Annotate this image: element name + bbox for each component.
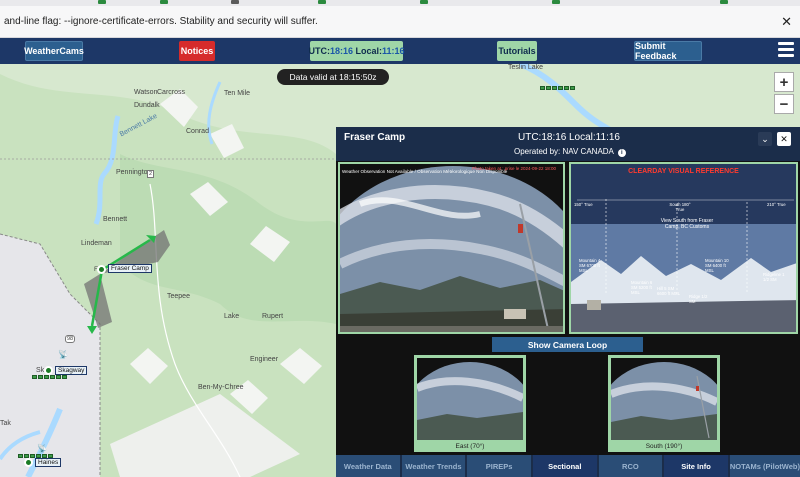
- tab-favicon[interactable]: [318, 0, 326, 4]
- reference-peak: Ridgeline 1 1/2 SM: [763, 272, 785, 282]
- zoom-in-button[interactable]: +: [774, 72, 794, 92]
- site-marker-haines[interactable]: [24, 458, 33, 467]
- reference-peak: Mountain 4 SM 6700 ft MSL: [579, 258, 601, 273]
- thumbnail-image: [417, 358, 523, 440]
- site-name: Fraser Camp: [344, 132, 406, 143]
- data-valid-badge: Data valid at 18:15:50z: [277, 69, 389, 85]
- camera-thumbnail-east[interactable]: East (70°): [414, 355, 526, 452]
- command-line-warning-bar: and-line flag: --ignore-certificate-erro…: [0, 6, 800, 38]
- map-place-label: Teslin Lake: [508, 64, 544, 71]
- highway-marker: 98: [65, 335, 76, 343]
- map-place-label: Bennett: [103, 216, 128, 223]
- panel-tab-bar: Weather Data Weather Trends PIREPs Secti…: [336, 455, 800, 477]
- highway-marker: 2: [147, 170, 155, 178]
- tutorials-button[interactable]: Tutorials: [497, 41, 537, 61]
- map-place-label: Dundalk: [134, 102, 160, 109]
- submit-feedback-button[interactable]: Submit Feedback: [634, 41, 702, 61]
- tab-favicon[interactable]: [231, 0, 239, 4]
- thumbnail-caption: East (70°): [455, 443, 485, 450]
- local-time: 11:16: [382, 46, 405, 56]
- reference-peak: Mountain 6 SM 5200 ft MSL: [631, 280, 653, 295]
- hamburger-menu-icon[interactable]: [778, 42, 794, 60]
- map-place-label: Watson: [134, 89, 158, 96]
- site-marker-skagway[interactable]: [44, 366, 53, 375]
- map-place-label: Conrad: [186, 128, 209, 135]
- reference-photo: [571, 164, 796, 332]
- site-info-panel: Fraser Camp UTC:18:16 Local:11:16 Operat…: [336, 127, 800, 477]
- tab-favicon[interactable]: [420, 0, 428, 4]
- site-label-haines[interactable]: Haines: [35, 458, 62, 467]
- site-operator: Operated by: NAV CANADA i: [514, 147, 626, 157]
- weathercams-button[interactable]: WeatherCams: [24, 41, 84, 61]
- thumbnail-image: [611, 358, 717, 440]
- utc-label: UTC:: [308, 46, 330, 56]
- map-place-label: Lake: [224, 313, 240, 320]
- local-label: Local:: [353, 46, 383, 56]
- map-place-label: Rupert: [262, 313, 284, 320]
- station-status-bars: [540, 86, 575, 90]
- reference-note: View South from Fraser Camp, BC Customs: [660, 218, 714, 230]
- map-place-label: Tak: [0, 420, 11, 427]
- camera-area: Photo taken at : prise le 2024-09-22 18:…: [336, 161, 800, 455]
- map-place-label: Sk: [36, 367, 45, 374]
- tab-favicon[interactable]: [552, 0, 560, 4]
- operator-text: Operated by: NAV CANADA: [514, 147, 614, 156]
- tab-notams[interactable]: NOTAMs (PilotWeb): [729, 455, 800, 477]
- utc-time: 18:16: [329, 46, 353, 56]
- map-place-label: Ten Mile: [224, 90, 251, 97]
- info-icon[interactable]: i: [617, 149, 626, 157]
- radio-tower-icon: 📡: [58, 350, 68, 359]
- reference-peak: Hill 5 SM 6600 ft MSL: [657, 286, 681, 296]
- thumbnail-caption: South (190°): [645, 443, 683, 450]
- site-marker-fraser-camp[interactable]: [97, 265, 106, 274]
- site-label-fraser-camp[interactable]: Fraser Camp: [108, 264, 152, 273]
- reference-bearing: 210° True: [767, 202, 786, 207]
- site-label-skagway[interactable]: Skagway: [55, 366, 88, 375]
- tab-site-info[interactable]: Site Info: [664, 455, 728, 477]
- zoom-out-button[interactable]: −: [774, 94, 794, 114]
- tab-sectional[interactable]: Sectional: [532, 455, 597, 477]
- reference-peak: Ridge 1/2 SM: [689, 294, 708, 304]
- chevron-down-icon[interactable]: ⌄: [758, 132, 772, 146]
- reference-bearing: 150° True: [574, 202, 593, 207]
- tab-weather-trends[interactable]: Weather Trends: [401, 455, 466, 477]
- warning-text: and-line flag: --ignore-certificate-erro…: [4, 16, 318, 27]
- map-place-label: Lindeman: [81, 240, 112, 247]
- radio-tower-icon: 📡: [37, 444, 47, 453]
- clock-display: UTC: 18:16 Local: 11:16: [308, 41, 405, 61]
- clearday-reference-image[interactable]: CLEARDAY VISUAL REFERENCE 150° True Sout…: [569, 162, 798, 334]
- panel-local-time: Local:11:16: [569, 132, 620, 143]
- tab-favicon[interactable]: [720, 0, 728, 4]
- map-place-label: Engineer: [250, 356, 279, 363]
- tab-pireps[interactable]: PIREPs: [467, 455, 531, 477]
- top-navigation-bar: WeatherCams Notices UTC: 18:16 Local: 11:1…: [0, 38, 800, 64]
- station-status-bars: [32, 375, 67, 379]
- tab-favicon[interactable]: [98, 0, 106, 4]
- reference-bearing: South 180° True: [669, 202, 691, 212]
- reference-peak: Mountain 10 SM 6400 ft MSL: [705, 258, 729, 273]
- camera-status-overlay: Weather Observation Not Available / Obse…: [342, 169, 508, 174]
- reference-title: CLEARDAY VISUAL REFERENCE: [628, 168, 739, 175]
- map-place-label: Ben-My-Chree: [198, 384, 244, 391]
- camera-photo: [340, 164, 563, 332]
- camera-thumbnail-south[interactable]: South (190°): [608, 355, 720, 452]
- close-icon[interactable]: ✕: [777, 132, 791, 146]
- tab-favicon[interactable]: [160, 0, 168, 4]
- notices-button[interactable]: Notices: [179, 41, 215, 61]
- tab-rco[interactable]: RCO: [598, 455, 663, 477]
- tab-weather-data[interactable]: Weather Data: [336, 455, 400, 477]
- map-place-label: Carcross: [157, 89, 186, 96]
- show-camera-loop-button[interactable]: Show Camera Loop: [492, 337, 643, 352]
- panel-utc-time: UTC:18:16: [518, 132, 567, 143]
- close-icon[interactable]: ✕: [781, 14, 792, 30]
- map-place-label: Teepee: [167, 293, 190, 300]
- camera-image[interactable]: Photo taken at : prise le 2024-09-22 18:…: [338, 162, 565, 334]
